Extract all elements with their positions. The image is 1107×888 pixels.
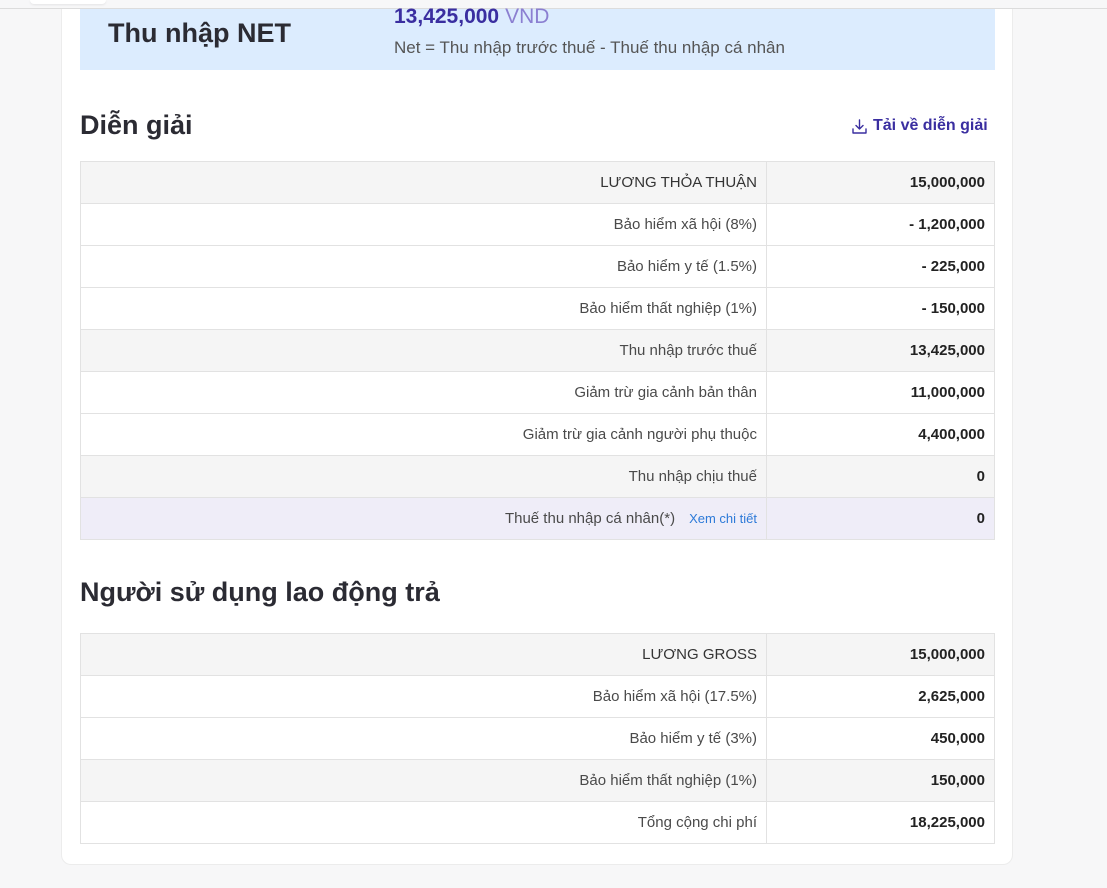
result-card: Thu nhập NET 13,425,000 VND Net = Thu nhậ… — [61, 5, 1013, 865]
row-label: Giảm trừ gia cảnh người phụ thuộc — [80, 413, 767, 456]
row-label: Bảo hiểm thất nghiệp (1%) — [80, 287, 767, 330]
table-row: Giảm trừ gia cảnh người phụ thuộc 4,400,… — [80, 413, 995, 456]
net-income-currency: VND — [505, 5, 550, 28]
net-income-amount: 13,425,000 — [394, 5, 500, 28]
table-row: LƯƠNG THỎA THUẬN 15,000,000 — [80, 161, 995, 204]
download-icon — [851, 118, 868, 135]
employer-table: LƯƠNG GROSS 15,000,000 Bảo hiểm xã hội (… — [80, 633, 995, 844]
explanation-table: LƯƠNG THỎA THUẬN 15,000,000 Bảo hiểm xã … — [80, 161, 995, 540]
row-value: 18,225,000 — [766, 801, 995, 844]
view-details-link[interactable]: Xem chi tiết — [689, 511, 757, 526]
row-value: 4,400,000 — [766, 413, 995, 456]
row-label: Thu nhập trước thuế — [80, 329, 767, 372]
row-label: Tổng cộng chi phí — [80, 801, 767, 844]
table-row: Bảo hiểm y tế (1.5%) - 225,000 — [80, 245, 995, 288]
table-row: Giảm trừ gia cảnh bản thân 11,000,000 — [80, 371, 995, 414]
row-label: Bảo hiểm xã hội (17.5%) — [80, 675, 767, 718]
row-value: 15,000,000 — [766, 161, 995, 204]
explanation-title: Diễn giải — [80, 110, 193, 140]
table-row: Thu nhập chịu thuế 0 — [80, 455, 995, 498]
table-row: Bảo hiểm thất nghiệp (1%) 150,000 — [80, 759, 995, 802]
row-value: 13,425,000 — [766, 329, 995, 372]
download-explanation-link[interactable]: Tải về diễn giải — [851, 117, 988, 135]
row-label: Thu nhập chịu thuế — [80, 455, 767, 498]
table-row: LƯƠNG GROSS 15,000,000 — [80, 633, 995, 676]
row-label: Giảm trừ gia cảnh bản thân — [80, 371, 767, 414]
table-row: Bảo hiểm thất nghiệp (1%) - 150,000 — [80, 287, 995, 330]
row-value: - 1,200,000 — [766, 203, 995, 246]
net-income-value: 13,425,000 VND — [394, 5, 549, 29]
row-value: 11,000,000 — [766, 371, 995, 414]
row-value: - 225,000 — [766, 245, 995, 288]
row-label: Bảo hiểm y tế (1.5%) — [80, 245, 767, 288]
row-value: 450,000 — [766, 717, 995, 760]
net-income-panel: Thu nhập NET 13,425,000 VND Net = Thu nhậ… — [80, 5, 995, 70]
row-label: Thuế thu nhập cá nhân(*) — [504, 510, 676, 527]
row-value: 150,000 — [766, 759, 995, 802]
table-row: Bảo hiểm y tế (3%) 450,000 — [80, 717, 995, 760]
table-row: Bảo hiểm xã hội (17.5%) 2,625,000 — [80, 675, 995, 718]
download-label: Tải về diễn giải — [873, 117, 988, 134]
table-row: Bảo hiểm xã hội (8%) - 1,200,000 — [80, 203, 995, 246]
row-value: 15,000,000 — [766, 633, 995, 676]
net-income-title: Thu nhập NET — [108, 18, 291, 48]
row-label: LƯƠNG THỎA THUẬN — [80, 161, 767, 204]
row-value: 0 — [766, 497, 995, 540]
table-row: Thuế thu nhập cá nhân(*) Xem chi tiết 0 — [80, 497, 995, 540]
row-label: LƯƠNG GROSS — [80, 633, 767, 676]
table-row: Thu nhập trước thuế 13,425,000 — [80, 329, 995, 372]
row-value: 2,625,000 — [766, 675, 995, 718]
browser-tab-edge — [30, 0, 106, 4]
row-label: Bảo hiểm thất nghiệp (1%) — [80, 759, 767, 802]
row-value: - 150,000 — [766, 287, 995, 330]
employer-title: Người sử dụng lao động trả — [80, 577, 440, 607]
net-income-formula: Net = Thu nhập trước thuế - Thuế thu nhậ… — [394, 38, 785, 57]
row-value: 0 — [766, 455, 995, 498]
row-label-cell: Thuế thu nhập cá nhân(*) Xem chi tiết — [80, 497, 767, 540]
table-row: Tổng cộng chi phí 18,225,000 — [80, 801, 995, 844]
row-label: Bảo hiểm xã hội (8%) — [80, 203, 767, 246]
row-label: Bảo hiểm y tế (3%) — [80, 717, 767, 760]
